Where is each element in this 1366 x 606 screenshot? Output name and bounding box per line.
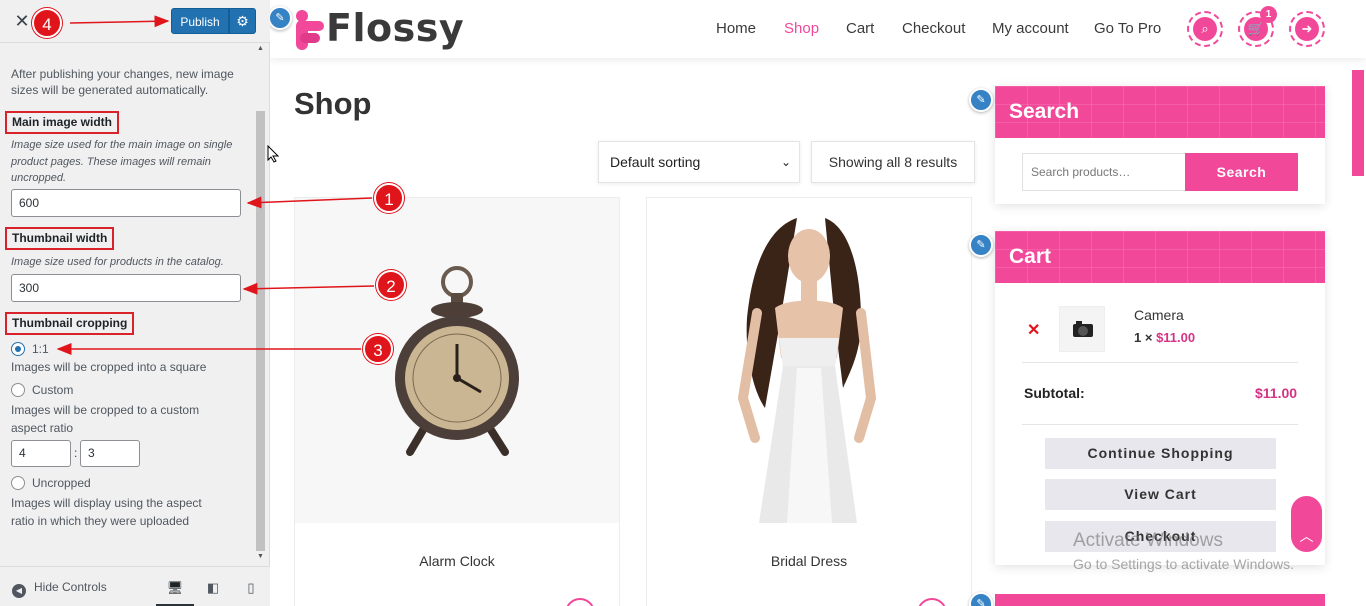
cart-item-thumbnail[interactable] — [1059, 306, 1105, 352]
product-card[interactable]: Bridal Dress — [646, 197, 972, 606]
main-image-width-description: Image size used for the main image on si… — [11, 139, 233, 184]
cart-item-quantity: 1 × $11.00 — [1134, 330, 1195, 345]
thumbnail-width-input[interactable]: 300 — [11, 274, 241, 302]
customizer-panel: ▲ ▼ After publishing your changes, new i… — [0, 43, 270, 565]
header-login-button[interactable]: ➜ — [1289, 11, 1325, 47]
continue-shopping-button[interactable]: Continue Shopping — [1045, 438, 1276, 469]
flossy-logo-icon[interactable] — [292, 9, 326, 53]
crop-1-1-description: Images will be cropped into a square — [11, 360, 207, 374]
thumbnail-cropping-label: Thumbnail cropping — [5, 312, 135, 335]
results-count: Showing all 8 results — [811, 141, 975, 183]
cart-divider — [1022, 424, 1298, 425]
scroll-to-top-button[interactable]: ︿ — [1291, 496, 1322, 552]
nav-my-account[interactable]: My account — [992, 20, 1069, 37]
mouse-pointer-icon — [267, 145, 279, 163]
chevron-up-icon: ︿ — [1299, 528, 1314, 544]
product-name[interactable]: Bridal Dress — [647, 553, 971, 569]
hide-controls-label: Hide Controls — [34, 580, 107, 594]
product-image-alarm-clock[interactable] — [295, 198, 619, 523]
customizer-sidebar: ✕ Publish ⚙ ▲ ▼ After publishing your ch… — [0, 0, 270, 606]
next-widget-header — [995, 594, 1325, 606]
nav-cart[interactable]: Cart — [846, 20, 874, 37]
product-search-input[interactable]: Search products… — [1022, 153, 1186, 191]
subtotal-label: Subtotal: — [1024, 385, 1085, 401]
crop-custom-label: Custom — [32, 383, 74, 397]
site-preview: Flossy Home Shop Cart Checkout My accoun… — [270, 0, 1366, 606]
edit-search-widget-pencil-icon[interactable]: ✎ — [969, 88, 993, 112]
search-button[interactable]: Search — [1185, 153, 1298, 191]
scrollbar-thumb[interactable] — [256, 111, 265, 551]
preview-scrollbar-thumb[interactable] — [1352, 70, 1364, 176]
desktop-preview-icon[interactable]: 🖥 — [156, 573, 194, 606]
cart-item-name[interactable]: Camera — [1134, 307, 1184, 323]
scroll-down-arrow-icon[interactable]: ▼ — [257, 553, 264, 560]
hide-controls-button[interactable]: ◀ Hide Controls — [12, 580, 107, 598]
close-customizer-button[interactable]: ✕ — [10, 9, 34, 33]
nav-shop[interactable]: Shop — [784, 20, 819, 37]
cart-count-badge: 1 — [1260, 6, 1277, 23]
sign-in-icon: ➜ — [1295, 17, 1319, 41]
customizer-footer: ◀ Hide Controls 🖥 ◧ ▯ — [0, 566, 270, 606]
activate-windows-title: Activate Windows — [1073, 530, 1223, 551]
annotation-marker-2: 2 — [376, 270, 406, 300]
edit-cart-widget-pencil-icon[interactable]: ✎ — [969, 233, 993, 257]
search-widget: Search Search products… Search — [995, 86, 1325, 204]
tablet-preview-icon[interactable]: ◧ — [194, 573, 232, 606]
main-image-width-label: Main image width — [5, 111, 120, 134]
crop-custom-radio[interactable] — [11, 383, 25, 397]
remove-item-icon[interactable]: ✕ — [1027, 320, 1040, 340]
annotation-marker-4: 4 — [32, 8, 62, 38]
crop-uncropped-radio[interactable] — [11, 476, 25, 490]
crop-1-1-radio[interactable] — [11, 342, 25, 356]
crop-uncropped-description: Images will display using the aspect rat… — [11, 496, 202, 528]
add-to-cart-button[interactable] — [565, 598, 595, 606]
publish-note: After publishing your changes, new image… — [11, 67, 234, 97]
ratio-separator: : — [74, 446, 78, 460]
header-search-button[interactable]: ⌕ — [1187, 11, 1223, 47]
sorting-select-value: Default sorting — [610, 154, 701, 170]
sorting-select[interactable]: Default sorting ⌄ — [598, 141, 800, 183]
camera-icon — [1073, 321, 1093, 337]
activate-windows-subtitle: Go to Settings to activate Windows. — [1073, 556, 1294, 572]
crop-uncropped-label: Uncropped — [32, 476, 91, 490]
annotation-marker-3: 3 — [363, 334, 393, 364]
add-to-cart-button[interactable] — [917, 598, 947, 606]
chevron-down-icon: ⌄ — [780, 155, 791, 169]
page-title: Shop — [294, 86, 372, 121]
publish-button[interactable]: Publish — [171, 8, 229, 34]
mobile-preview-icon[interactable]: ▯ — [232, 573, 270, 606]
site-logo-text[interactable]: Flossy — [326, 6, 464, 50]
thumbnail-width-label: Thumbnail width — [5, 227, 115, 250]
main-image-width-input[interactable]: 600 — [11, 189, 241, 217]
crop-ratio-height-input[interactable]: 3 — [80, 440, 140, 467]
cart-divider — [1022, 362, 1298, 363]
subtotal-value: $11.00 — [1255, 385, 1298, 401]
nav-go-to-pro[interactable]: Go To Pro — [1094, 20, 1161, 37]
site-header: Flossy Home Shop Cart Checkout My accoun… — [270, 0, 1366, 58]
cart-item-qty-text: 1 × — [1134, 330, 1153, 345]
product-image-bridal-dress[interactable] — [647, 198, 971, 523]
thumbnail-width-description: Image size used for products in the cata… — [11, 256, 224, 268]
alarm-clock-icon — [395, 266, 519, 456]
nav-home[interactable]: Home — [716, 20, 756, 37]
product-card[interactable]: Alarm Clock — [294, 197, 620, 606]
scroll-up-arrow-icon[interactable]: ▲ — [257, 45, 264, 52]
product-name[interactable]: Alarm Clock — [295, 553, 619, 569]
edit-widget-pencil-icon[interactable]: ✎ — [969, 592, 993, 606]
crop-ratio-width-input[interactable]: 4 — [11, 440, 71, 467]
cart-widget: Cart ✕ Camera 1 × $11.00 Subtotal: $11.0… — [995, 231, 1325, 565]
crop-1-1-label: 1:1 — [32, 342, 49, 356]
crop-custom-description: Images will be cropped to a custom aspec… — [11, 403, 200, 435]
bridal-dress-model-image — [737, 218, 877, 523]
publish-settings-gear-icon[interactable]: ⚙ — [229, 8, 256, 34]
cart-widget-title: Cart — [995, 231, 1325, 283]
nav-checkout[interactable]: Checkout — [902, 20, 965, 37]
view-cart-button[interactable]: View Cart — [1045, 479, 1276, 510]
annotation-marker-1: 1 — [374, 183, 404, 213]
search-widget-title: Search — [995, 86, 1325, 138]
cart-item-price: $11.00 — [1156, 330, 1196, 345]
collapse-arrow-icon: ◀ — [12, 584, 26, 598]
search-icon: ⌕ — [1193, 17, 1217, 41]
